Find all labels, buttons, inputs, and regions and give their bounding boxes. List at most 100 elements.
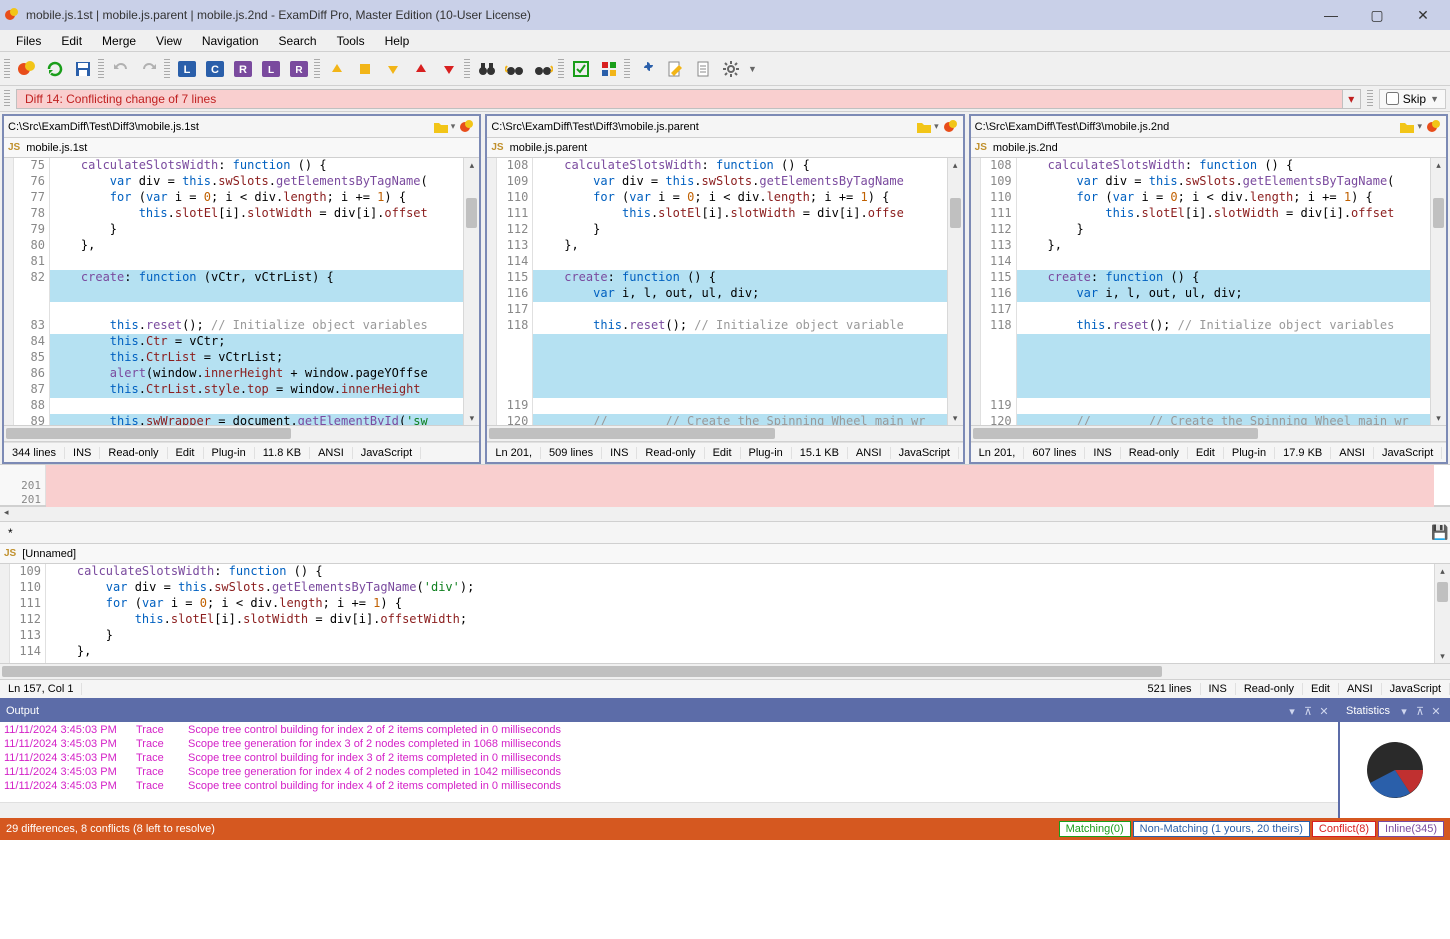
dropdown-icon[interactable]: ▾ — [932, 121, 941, 132]
pane-l-icon[interactable]: L — [174, 56, 200, 82]
pane-vscroll[interactable]: ▴▾ — [947, 158, 963, 425]
merge-status: Ln 157, Col 1 521 lines INS Read-only Ed… — [0, 680, 1450, 700]
nav-down-icon[interactable] — [380, 56, 406, 82]
merge-tab[interactable]: JS [Unnamed] — [0, 544, 1450, 564]
toolbar-dropdown-icon[interactable]: ▼ — [746, 64, 759, 74]
menu-navigation[interactable]: Navigation — [192, 32, 269, 50]
dropdown-icon[interactable]: ▾ — [449, 121, 458, 132]
banner-grip[interactable] — [4, 90, 10, 108]
pane-hscroll[interactable] — [971, 426, 1446, 442]
status-conflict[interactable]: Conflict(8) — [1312, 821, 1376, 837]
pane-plugin: Plug-in — [1224, 447, 1275, 459]
edit-doc-icon[interactable] — [662, 56, 688, 82]
close-button[interactable]: ✕ — [1400, 0, 1446, 30]
pane-0: C:\Src\ExamDiff\Test\Diff3\mobile.js.1st… — [2, 114, 481, 464]
pane-r2-icon[interactable]: R — [286, 56, 312, 82]
compare-icon[interactable] — [459, 119, 475, 135]
nav-prev-conflict-icon[interactable] — [408, 56, 434, 82]
minimap-hscroll[interactable]: ◂ — [0, 506, 1450, 522]
status-message: 29 differences, 8 conflicts (8 left to r… — [6, 823, 215, 835]
pane-vscroll[interactable]: ▴▾ — [1430, 158, 1446, 425]
binoculars-icon[interactable] — [474, 56, 500, 82]
nav-next-conflict-icon[interactable] — [436, 56, 462, 82]
pane-ro: Read-only — [1121, 447, 1188, 459]
pin-icon[interactable]: ⊼ — [1412, 705, 1428, 718]
toolbar-grip[interactable] — [164, 59, 170, 79]
skip-checkbox-input[interactable] — [1386, 92, 1399, 105]
binoculars-left-icon[interactable] — [502, 56, 528, 82]
pane-hscroll[interactable] — [487, 426, 962, 442]
minimize-button[interactable]: — — [1308, 0, 1354, 30]
chevron-down-icon[interactable]: ▾ — [1342, 90, 1360, 108]
status-inline[interactable]: Inline(345) — [1378, 821, 1444, 837]
color-grid-icon[interactable] — [596, 56, 622, 82]
menu-files[interactable]: Files — [6, 32, 51, 50]
folder-open-icon[interactable] — [1399, 119, 1415, 135]
folder-open-icon[interactable] — [433, 119, 449, 135]
menu-edit[interactable]: Edit — [51, 32, 92, 50]
chevron-down-icon[interactable]: ▼ — [1430, 94, 1439, 104]
log-message: Scope tree generation for index 3 of 2 n… — [188, 738, 561, 752]
output-body[interactable]: 11/11/2024 3:45:03 PMTraceScope tree con… — [0, 722, 1338, 802]
merge-edit[interactable]: Edit — [1303, 683, 1339, 695]
toolbar: L C R L R ▼ — [0, 52, 1450, 86]
pane-l2-icon[interactable]: L — [258, 56, 284, 82]
undo-icon[interactable] — [108, 56, 134, 82]
pane-hscroll[interactable] — [4, 426, 479, 442]
save-icon[interactable] — [70, 56, 96, 82]
close-panel-icon[interactable]: ✕ — [1428, 705, 1444, 718]
merge-hscroll[interactable] — [0, 664, 1450, 680]
menu-help[interactable]: Help — [375, 32, 420, 50]
banner-grip[interactable] — [1367, 90, 1373, 108]
toolbar-grip[interactable] — [464, 59, 470, 79]
toolbar-grip[interactable] — [98, 59, 104, 79]
menu-merge[interactable]: Merge — [92, 32, 146, 50]
svg-text:R: R — [295, 65, 303, 76]
skip-checkbox[interactable]: Skip ▼ — [1379, 89, 1446, 109]
save-merge-icon[interactable]: 💾 — [1430, 524, 1450, 541]
menu-view[interactable]: View — [146, 32, 192, 50]
refresh-icon[interactable] — [42, 56, 68, 82]
pane-r-icon[interactable]: R — [230, 56, 256, 82]
folder-open-icon[interactable] — [916, 119, 932, 135]
merge-vscroll[interactable]: ▴▾ — [1434, 564, 1450, 663]
diff-banner[interactable]: Diff 14: Conflicting change of 7 lines ▾ — [16, 89, 1361, 109]
output-title[interactable]: Output ▾ ⊼ ✕ — [0, 700, 1338, 722]
pane-c-icon[interactable]: C — [202, 56, 228, 82]
toolbar-grip[interactable] — [4, 59, 10, 79]
status-nonmatching[interactable]: Non-Matching (1 yours, 20 theirs) — [1133, 821, 1310, 837]
dropdown-icon[interactable]: ▾ — [1415, 121, 1424, 132]
compare-icon[interactable] — [1426, 119, 1442, 135]
redo-icon[interactable] — [136, 56, 162, 82]
compare-icon[interactable] — [943, 119, 959, 135]
status-matching[interactable]: Matching(0) — [1059, 821, 1131, 837]
plugin-icon[interactable] — [634, 56, 660, 82]
menu-search[interactable]: Search — [269, 32, 327, 50]
nav-current-icon[interactable] — [352, 56, 378, 82]
log-message: Scope tree control building for index 4 … — [188, 780, 561, 794]
toolbar-grip[interactable] — [314, 59, 320, 79]
close-panel-icon[interactable]: ✕ — [1316, 705, 1332, 718]
panel-menu-icon[interactable]: ▾ — [1396, 705, 1412, 718]
pin-icon[interactable]: ⊼ — [1300, 705, 1316, 718]
output-hscroll[interactable] — [0, 802, 1338, 818]
merge-lang: JavaScript — [1382, 683, 1450, 695]
toolbar-grip[interactable] — [558, 59, 564, 79]
checkbox-icon[interactable] — [568, 56, 594, 82]
document-icon[interactable] — [690, 56, 716, 82]
menu-tools[interactable]: Tools — [327, 32, 375, 50]
diff-minimap[interactable]: 201 201 — [0, 464, 1450, 506]
gear-icon[interactable] — [718, 56, 744, 82]
stats-title[interactable]: Statistics ▾ ⊼ ✕ — [1340, 700, 1450, 722]
titlebar[interactable]: mobile.js.1st | mobile.js.parent | mobil… — [0, 0, 1450, 30]
merge-code[interactable]: 109110111112113114 calculateSlotsWidth: … — [0, 564, 1450, 664]
nav-up-icon[interactable] — [324, 56, 350, 82]
panel-menu-icon[interactable]: ▾ — [1284, 705, 1300, 718]
pane-vscroll[interactable]: ▴▾ — [463, 158, 479, 425]
maximize-button[interactable]: ▢ — [1354, 0, 1400, 30]
binoculars-right-icon[interactable] — [530, 56, 556, 82]
compare-icon[interactable] — [14, 56, 40, 82]
window-title: mobile.js.1st | mobile.js.parent | mobil… — [26, 8, 1308, 22]
pane-ins: INS — [65, 447, 100, 459]
toolbar-grip[interactable] — [624, 59, 630, 79]
